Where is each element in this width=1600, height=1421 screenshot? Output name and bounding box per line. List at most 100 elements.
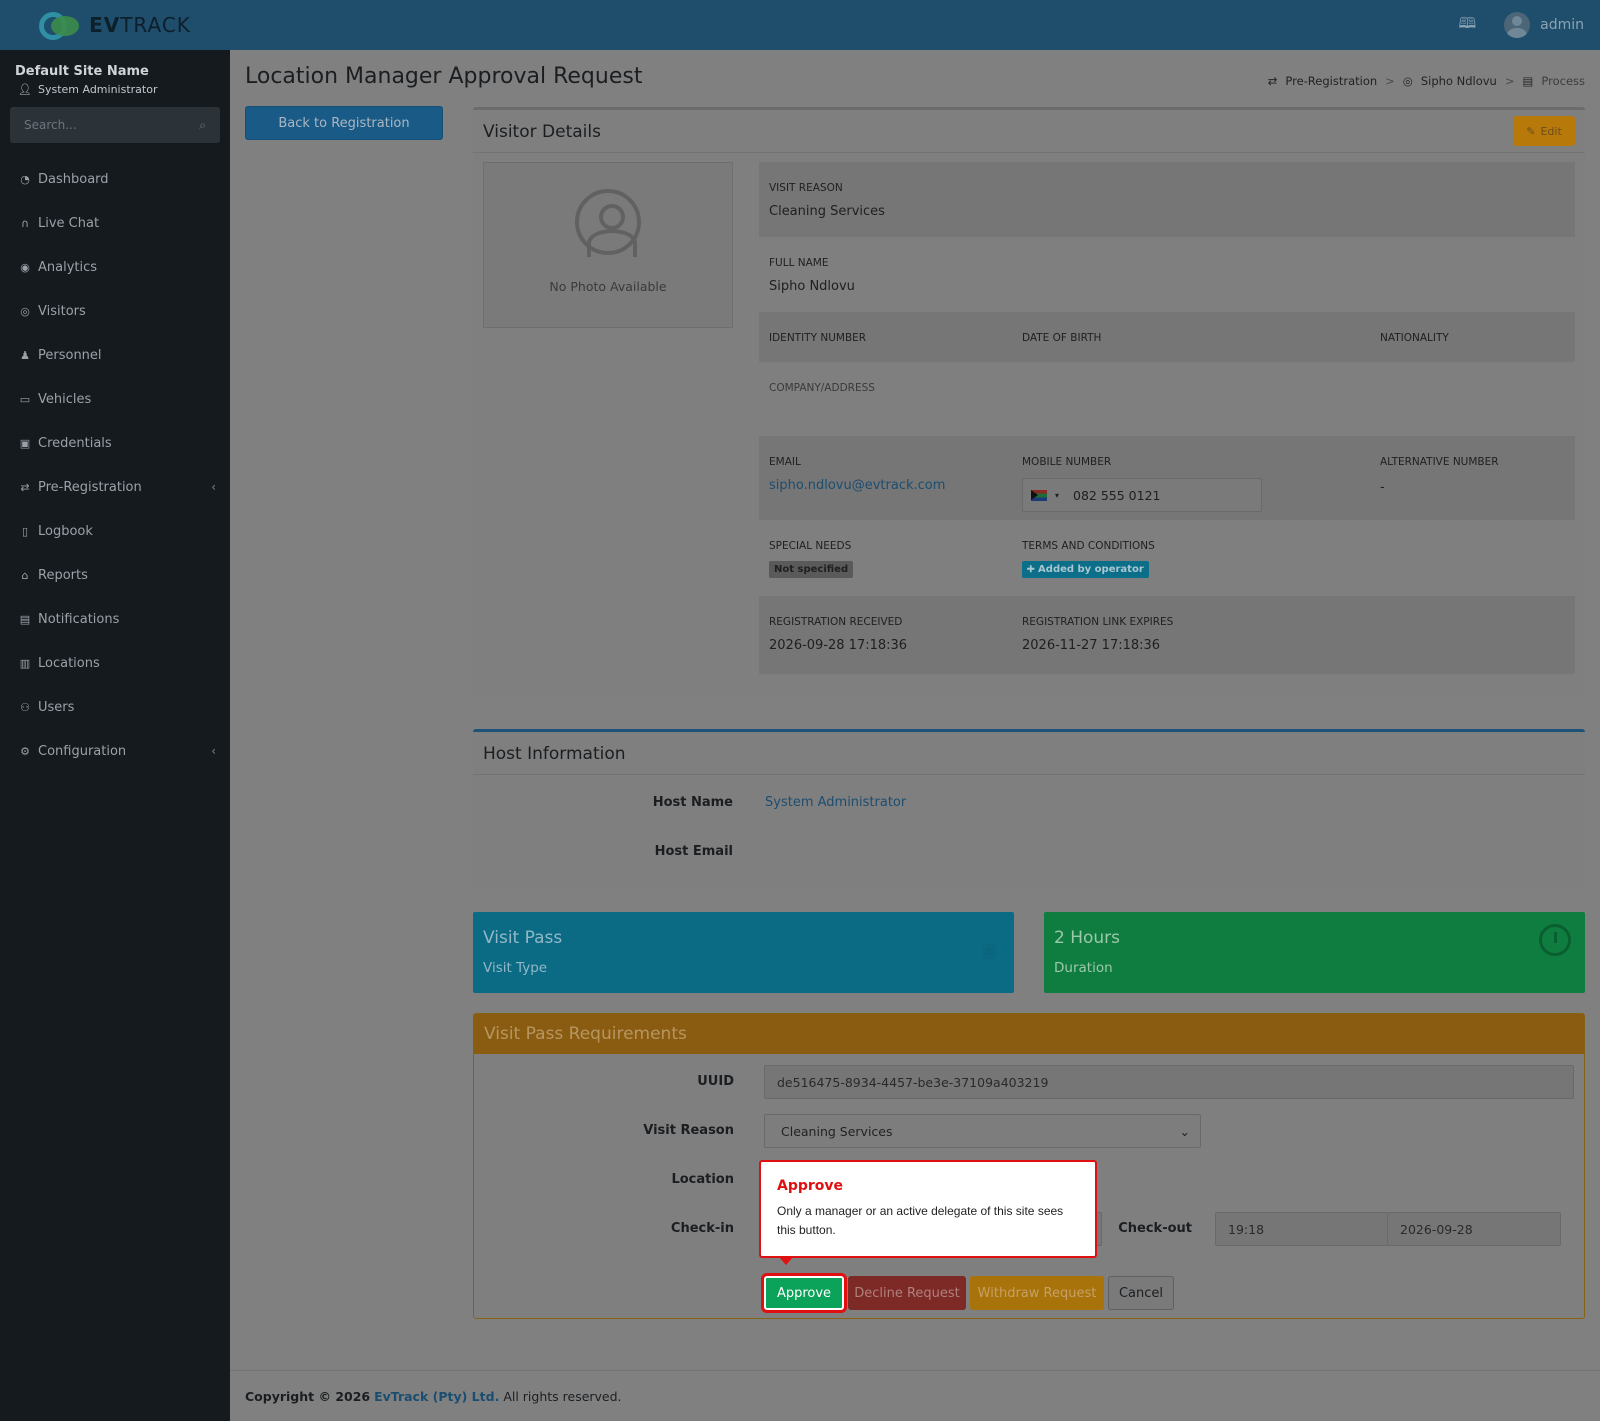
sidebar-item-live-chat[interactable]: ∩ Live Chat: [0, 201, 230, 245]
breadcrumb-separator: >: [1504, 74, 1515, 88]
sidebar-item-vehicles[interactable]: ▭ Vehicles: [0, 377, 230, 421]
sidebar-item-reports[interactable]: ⌂ Reports: [0, 553, 230, 597]
target-icon: ◉: [20, 260, 30, 274]
registration-link-expires-label: REGISTRATION LINK EXPIRES: [1022, 616, 1174, 628]
user-menu[interactable]: admin: [1504, 12, 1584, 38]
detail-row: EMAIL sipho.ndlovu@evtrack.com MOBILE NU…: [759, 436, 1575, 520]
arrows-icon: ⇄: [1267, 74, 1278, 88]
username: admin: [1540, 17, 1584, 33]
gear-icon: ⚙: [20, 744, 30, 758]
terms-conditions-label: TERMS AND CONDITIONS: [1022, 540, 1155, 552]
book-icon[interactable]: 🕮: [1458, 13, 1476, 38]
approve-button[interactable]: Approve: [764, 1276, 844, 1310]
cancel-button[interactable]: Cancel: [1108, 1276, 1174, 1310]
sidebar-item-locations[interactable]: ▥ Locations: [0, 641, 230, 685]
host-name-link[interactable]: System Administrator: [765, 795, 906, 810]
visit-type-label: Visit Type: [483, 960, 548, 976]
users-icon: ⚇: [20, 700, 30, 714]
decline-request-button[interactable]: Decline Request: [848, 1276, 966, 1310]
detail-row: REGISTRATION RECEIVED 2026-09-28 17:18:3…: [759, 596, 1575, 674]
visit-reason-label: VISIT REASON: [769, 182, 843, 194]
full-name-label: FULL NAME: [769, 257, 829, 269]
map-icon: ▥: [19, 656, 31, 670]
detail-row: COMPANY/ADDRESS: [759, 362, 1575, 436]
tooltip-title: Approve: [777, 1178, 844, 1194]
sidebar-item-credentials[interactable]: ▣ Credentials: [0, 421, 230, 465]
sidebar: Default Site Name 👤︎ System Administrato…: [0, 50, 230, 1421]
user-gear-icon: ♟: [20, 348, 30, 362]
sidebar-item-configuration[interactable]: ⚙ Configuration ‹: [0, 729, 230, 773]
duration-label: Duration: [1054, 960, 1113, 976]
arrows-icon: ⇄: [20, 480, 30, 494]
process-icon: ▤: [1522, 74, 1534, 88]
card-title: Host Information: [483, 744, 626, 764]
full-name-value: Sipho Ndlovu: [769, 279, 855, 294]
sidebar-item-notifications[interactable]: ▤ Notifications: [0, 597, 230, 641]
chevron-down-icon: ⌄: [1179, 1123, 1190, 1139]
special-needs-badge: Not specified: [769, 561, 854, 578]
visit-pass-box: Visit Pass Visit Type ▣: [473, 912, 1014, 993]
sidebar-item-pre-registration[interactable]: ⇄ Pre-Registration ‹: [0, 465, 230, 509]
duration-box: 2 Hours Duration: [1044, 912, 1585, 993]
sidebar-nav: ◔ Dashboard ∩ Live Chat ◉ Analytics ◎ Visito…: [0, 157, 230, 773]
sidebar-search-input[interactable]: Search... ⌕: [10, 107, 220, 143]
avatar: [1504, 12, 1531, 38]
chevron-left-icon: ‹: [211, 744, 216, 758]
identity-number-label: IDENTITY NUMBER: [769, 332, 867, 344]
search-icon[interactable]: ⌕: [199, 118, 206, 133]
mobile-number-field[interactable]: ▾ 082 555 0121: [1022, 478, 1262, 512]
company-address-label: COMPANY/ADDRESS: [769, 382, 875, 394]
badge-icon: ▣: [980, 940, 998, 961]
visit-reason-select[interactable]: Cleaning Services ⌄: [764, 1114, 1201, 1148]
check-out-date-field[interactable]: 2026-09-28: [1387, 1212, 1561, 1246]
check-out-time-field[interactable]: 19:18: [1215, 1212, 1388, 1246]
detail-row: SPECIAL NEEDS Not specified TERMS AND CO…: [759, 520, 1575, 596]
duration-title: 2 Hours: [1054, 928, 1121, 948]
sidebar-item-logbook[interactable]: ▯ Logbook: [0, 509, 230, 553]
detail-row: FULL NAME Sipho Ndlovu: [759, 237, 1575, 312]
card-title: Visit Pass Requirements: [474, 1014, 1584, 1054]
email-link[interactable]: sipho.ndlovu@evtrack.com: [769, 478, 945, 493]
visitor-details-card: Visitor Details ✎ Edit No Photo Available…: [473, 107, 1585, 697]
sidebar-item-analytics[interactable]: ◉ Analytics: [0, 245, 230, 289]
south-africa-flag-icon[interactable]: [1031, 489, 1047, 501]
headset-icon: ∩: [20, 216, 30, 230]
eye-icon: ◎: [20, 304, 30, 318]
bell-icon: ▤: [19, 612, 31, 626]
mobile-number-label: MOBILE NUMBER: [1022, 456, 1112, 468]
gauge-icon: ◔: [20, 172, 30, 186]
visit-reason-value: Cleaning Services: [769, 204, 885, 219]
registration-received-label: REGISTRATION RECEIVED: [769, 616, 903, 628]
chart-icon: ⌂: [21, 568, 29, 582]
uuid-field[interactable]: de516475-8934-4457-be3e-37109a403219: [764, 1065, 1574, 1099]
copyright-text: Copyright © 2026 EvTrack (Pty) Ltd. All …: [245, 1389, 622, 1404]
book-icon: ▯: [21, 524, 29, 538]
breadcrumb: ⇄ Pre-Registration > ◎ Sipho Ndlovu > ▤ …: [1268, 74, 1585, 88]
date-of-birth-label: DATE OF BIRTH: [1022, 332, 1102, 344]
back-to-registration-button[interactable]: Back to Registration: [245, 106, 443, 140]
divider: [473, 152, 1585, 153]
withdraw-request-button[interactable]: Withdraw Request: [970, 1276, 1104, 1310]
breadcrumb-visitor[interactable]: Sipho Ndlovu: [1421, 74, 1497, 88]
chevron-down-icon[interactable]: ▾: [1055, 491, 1059, 500]
sidebar-item-visitors[interactable]: ◎ Visitors: [0, 289, 230, 333]
edit-button[interactable]: ✎ Edit: [1513, 116, 1575, 146]
breadcrumb-process: Process: [1541, 74, 1585, 88]
breadcrumb-separator: >: [1385, 74, 1395, 88]
card-title: Visitor Details: [483, 122, 601, 142]
detail-row: VISIT REASON Cleaning Services: [759, 162, 1575, 237]
user-plus-icon: ➕︎: [1027, 564, 1039, 575]
brand-name: EVTRACK: [89, 13, 191, 37]
sidebar-item-dashboard[interactable]: ◔ Dashboard: [0, 157, 230, 201]
sidebar-item-personnel[interactable]: ♟ Personnel: [0, 333, 230, 377]
pencil-icon: ✎: [1526, 124, 1536, 138]
footer: Copyright © 2026 EvTrack (Pty) Ltd. All …: [230, 1370, 1600, 1421]
brand-logo[interactable]: EVTRACK: [0, 0, 230, 50]
breadcrumb-pre-registration[interactable]: Pre-Registration: [1285, 74, 1377, 88]
sidebar-item-users[interactable]: ⚇ Users: [0, 685, 230, 729]
user-circle-icon: [575, 189, 641, 257]
company-link[interactable]: EvTrack (Pty) Ltd.: [374, 1389, 499, 1404]
visit-pass-title: Visit Pass: [483, 928, 563, 948]
nationality-label: NATIONALITY: [1380, 332, 1449, 344]
user-role: 👤︎ System Administrator: [18, 83, 158, 96]
